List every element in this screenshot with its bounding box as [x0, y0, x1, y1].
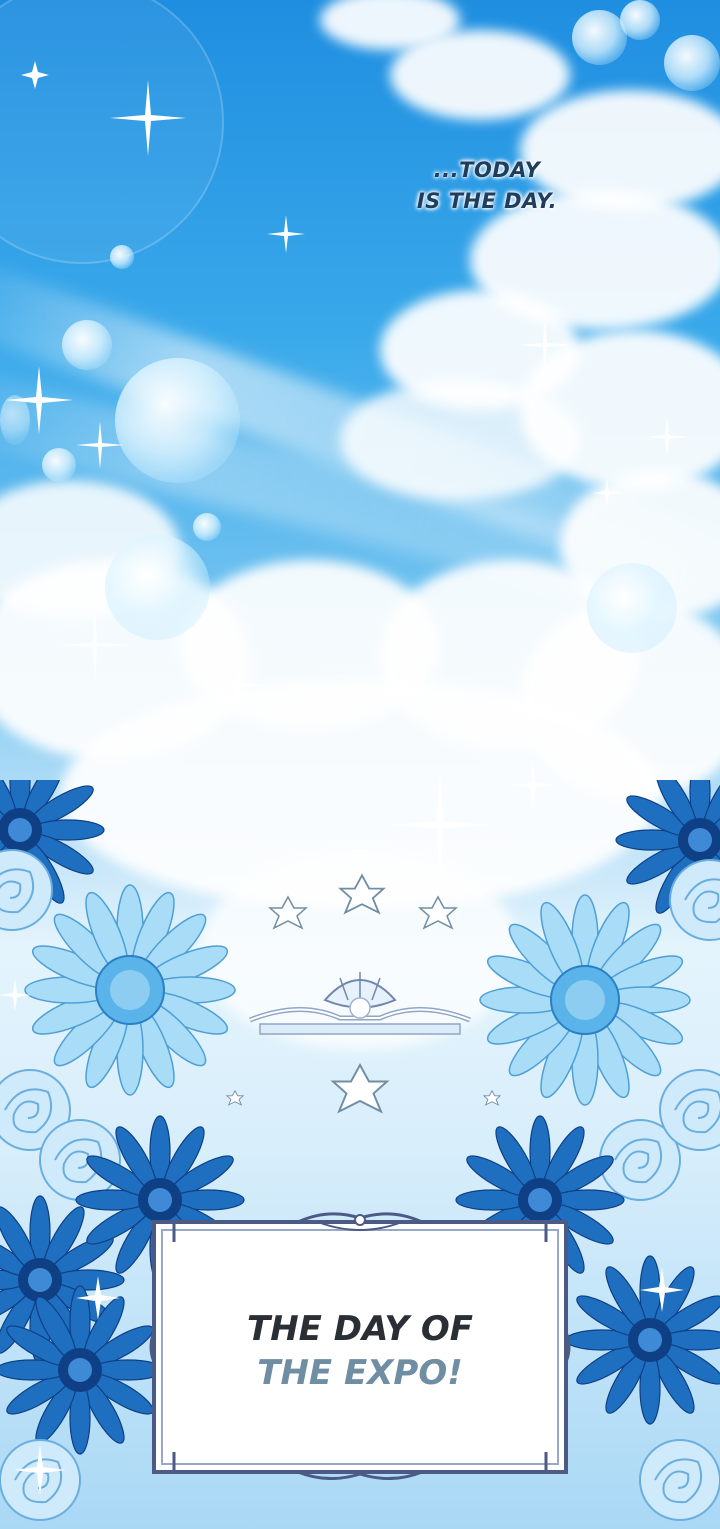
- bubble-icon: [42, 448, 76, 482]
- title-line-2: THE EXPO!: [257, 1353, 463, 1393]
- sparkle-icon: [210, 657, 266, 713]
- cloud: [390, 30, 570, 120]
- sparkle-icon: [517, 317, 573, 373]
- sparkle-icon: [21, 61, 49, 89]
- sparkle-icon: [76, 421, 124, 469]
- bubble-icon: [115, 358, 240, 483]
- bubble-icon: [193, 513, 221, 541]
- title-line-1: THE DAY OF: [247, 1309, 473, 1349]
- bubble-icon: [110, 245, 134, 269]
- bubble-icon: [62, 320, 112, 370]
- bubble-icon: [664, 35, 720, 91]
- narration-caption: ...TODAY IS THE DAY.: [402, 155, 572, 217]
- title-card: THE DAY OF THE EXPO!: [148, 1212, 572, 1480]
- caption-line-1: ...TODAY: [433, 158, 541, 182]
- bubble-icon: [572, 10, 627, 65]
- sparkle-icon: [110, 80, 186, 156]
- sparkle-icon: [5, 366, 73, 434]
- sparkle-icon: [646, 416, 688, 458]
- bubble-icon: [587, 563, 677, 653]
- caption-line-2: IS THE DAY.: [416, 189, 558, 213]
- bubble-icon: [620, 0, 660, 40]
- sparkle-icon: [267, 215, 305, 253]
- sparkle-icon: [593, 479, 621, 507]
- title-card-text: THE DAY OF THE EXPO!: [148, 1307, 572, 1395]
- comic-panel: { "caption": { "line1": "...TODAY", "lin…: [0, 0, 720, 1529]
- sparkle-icon: [57, 607, 133, 683]
